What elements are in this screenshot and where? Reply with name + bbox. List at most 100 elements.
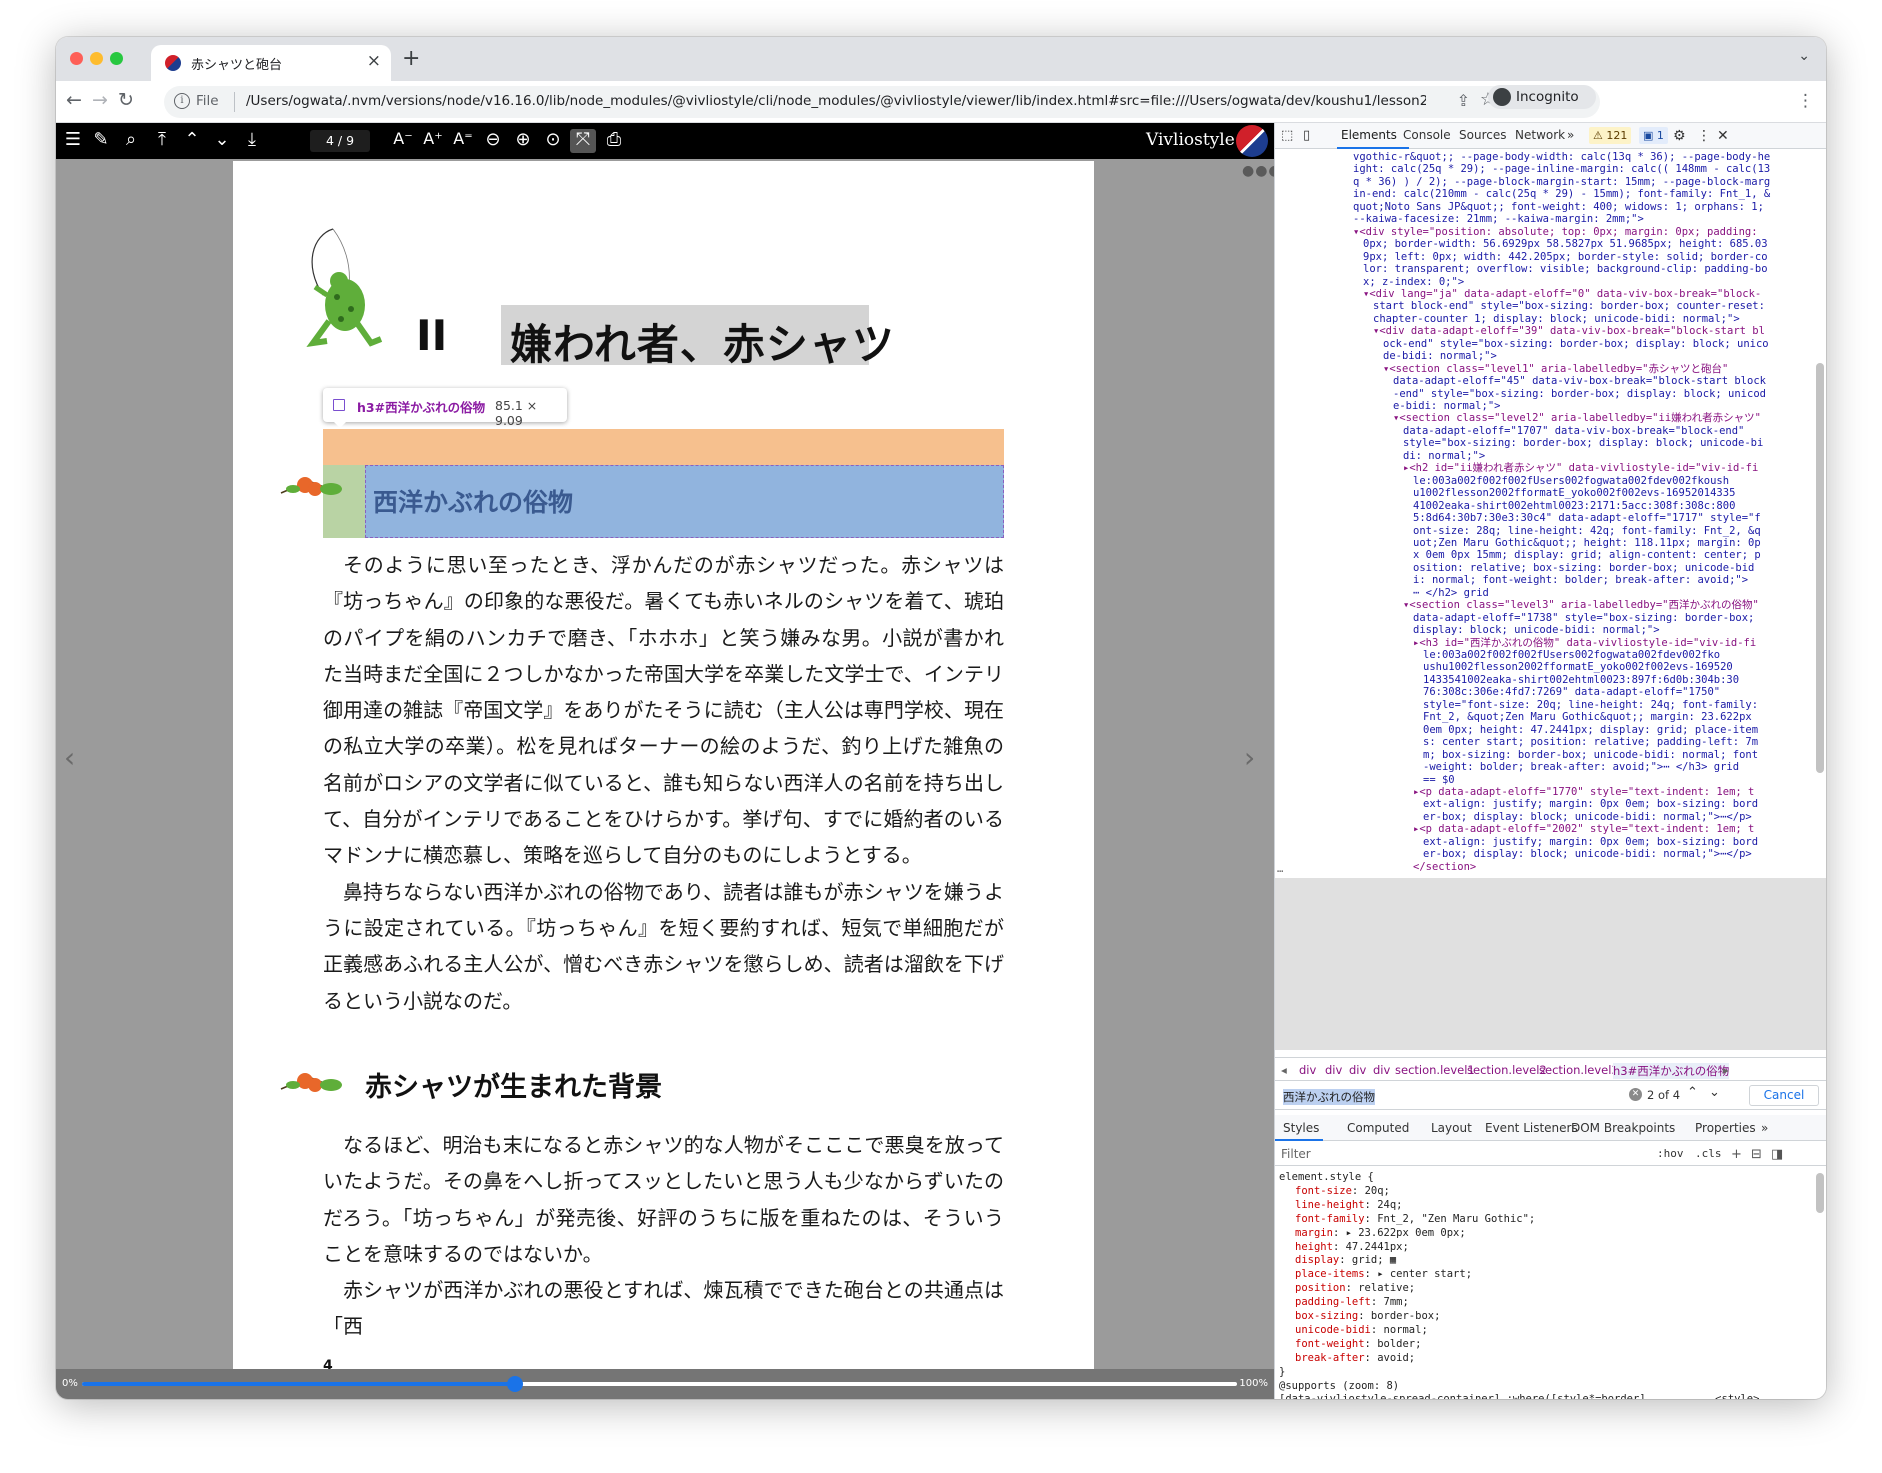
css-property-name[interactable]: display <box>1295 1254 1339 1266</box>
incognito-profile-button[interactable]: Incognito <box>1488 85 1596 109</box>
styles-filter-input[interactable]: Filter <box>1281 1147 1311 1161</box>
site-info-icon[interactable]: i <box>174 93 190 109</box>
css-property-value[interactable]: avoid; <box>1377 1352 1415 1364</box>
breadcrumb-item[interactable]: section.level2 <box>1467 1063 1547 1077</box>
sidebar-toggle-icon[interactable]: ◨ <box>1771 1147 1783 1162</box>
css-property-name[interactable]: font-family <box>1295 1213 1365 1225</box>
zoom-out-icon[interactable]: ⊖ <box>480 129 506 150</box>
next-page-arrow-icon[interactable]: › <box>1244 741 1255 774</box>
styles-subtab[interactable]: Computed <box>1347 1121 1409 1135</box>
breadcrumb-item[interactable]: div <box>1325 1063 1342 1077</box>
css-declaration[interactable]: font-weight: bolder; <box>1295 1338 1421 1352</box>
class-toggle[interactable]: .cls <box>1695 1147 1722 1160</box>
previous-page-arrow-icon[interactable]: ‹ <box>64 741 75 774</box>
css-property-value[interactable]: 47.2441px; <box>1346 1241 1409 1253</box>
css-property-value[interactable]: Fnt_2, "Zen Maru Gothic"; <box>1377 1213 1535 1225</box>
styles-subtab[interactable]: DOM Breakpoints <box>1571 1121 1675 1135</box>
clear-search-icon[interactable]: ✕ <box>1629 1088 1642 1101</box>
forward-arrow-icon[interactable]: → <box>92 89 108 111</box>
css-declaration[interactable]: box-sizing: border-box; <box>1295 1310 1440 1324</box>
zoom-actual-size-icon[interactable]: ⊙ <box>540 129 566 150</box>
css-property-value[interactable]: ▸ center start; <box>1377 1268 1472 1280</box>
warnings-badge[interactable]: ⚠ 121 <box>1589 127 1632 144</box>
css-property-value[interactable]: grid; ▦ <box>1352 1254 1396 1266</box>
css-declaration[interactable]: position: relative; <box>1295 1282 1415 1296</box>
dom-line[interactable]: -weight: bolder; break-after: avoid;">⋯ … <box>1423 760 1739 775</box>
css-declaration[interactable]: padding-left: 7mm; <box>1295 1296 1409 1310</box>
breadcrumb-item[interactable]: section.level3 <box>1539 1063 1619 1077</box>
page-number-input[interactable]: 4 / 9 <box>310 130 370 152</box>
css-declaration[interactable]: element.style { <box>1279 1171 1374 1185</box>
new-tab-icon[interactable]: + <box>402 46 420 71</box>
computed-styles-icon[interactable]: ⊟ <box>1751 1147 1762 1162</box>
css-property-value[interactable]: relative; <box>1358 1282 1415 1294</box>
zoom-in-icon[interactable]: ⊕ <box>510 129 536 150</box>
css-property-name[interactable]: unicode-bidi <box>1295 1324 1371 1336</box>
font-size-reset-icon[interactable]: A⁼ <box>450 129 476 148</box>
close-tab-icon[interactable]: × <box>367 51 381 71</box>
breadcrumb-item[interactable]: h3#西洋かぶれの俗物 <box>1613 1063 1730 1079</box>
css-property-value[interactable]: border-box; <box>1371 1310 1441 1322</box>
css-declaration[interactable]: } <box>1279 1366 1285 1380</box>
inspect-element-icon[interactable]: ⬚ <box>1281 128 1293 143</box>
dom-search-input[interactable]: 西洋かぶれの俗物 <box>1279 1086 1609 1106</box>
breadcrumb-item[interactable]: div <box>1349 1063 1366 1077</box>
styles-subtab[interactable]: Properties <box>1695 1121 1756 1135</box>
css-property-name[interactable]: break-after <box>1295 1352 1365 1364</box>
minimize-window-button[interactable] <box>90 52 103 65</box>
new-rule-icon[interactable]: + <box>1731 1147 1742 1162</box>
toc-list-icon[interactable]: ☰ <box>60 129 86 150</box>
hover-state-toggle[interactable]: :hov <box>1657 1147 1684 1160</box>
css-property-name[interactable]: font-weight <box>1295 1338 1365 1350</box>
reload-icon[interactable]: ↻ <box>118 89 134 111</box>
font-size-smaller-icon[interactable]: A⁻ <box>390 129 416 148</box>
settings-gear-icon[interactable]: ⚙ <box>1673 128 1686 144</box>
marker-pen-icon[interactable]: ✎ <box>88 129 114 150</box>
search-next-icon[interactable]: ⌄ <box>1709 1085 1720 1100</box>
print-icon[interactable]: ⎙ <box>601 129 627 150</box>
css-property-name[interactable]: margin <box>1295 1227 1333 1239</box>
breadcrumb-item[interactable]: div <box>1299 1063 1316 1077</box>
css-property-name[interactable]: place-items <box>1295 1268 1365 1280</box>
fit-to-screen-icon[interactable]: ⤧ <box>570 129 596 153</box>
search-cancel-button[interactable]: Cancel <box>1749 1085 1819 1106</box>
styles-subtab[interactable]: Styles <box>1283 1121 1319 1135</box>
progress-slider-thumb[interactable] <box>507 1376 524 1392</box>
dom-scrollbar[interactable] <box>1816 363 1824 773</box>
css-declaration[interactable]: font-size: 20q; <box>1295 1185 1390 1199</box>
css-property-name[interactable]: height <box>1295 1241 1333 1253</box>
css-property-value[interactable]: 7mm; <box>1384 1296 1409 1308</box>
css-property-value[interactable]: normal; <box>1384 1324 1428 1336</box>
tab-elements[interactable]: Elements <box>1341 128 1397 142</box>
css-property-name[interactable]: box-sizing <box>1295 1310 1358 1322</box>
css-declaration[interactable]: line-height: 24q; <box>1295 1199 1403 1213</box>
omnibox[interactable]: i File /Users/ogwata/.nvm/versions/node/… <box>164 86 1600 118</box>
browser-menu-icon[interactable]: ⋮ <box>1797 91 1814 111</box>
css-property-value[interactable]: bolder; <box>1377 1338 1421 1350</box>
styles-subtab[interactable]: Event Listeners <box>1485 1121 1578 1135</box>
next-page-icon[interactable]: ⌄ <box>209 129 235 150</box>
css-property-name[interactable]: padding-left <box>1295 1296 1371 1308</box>
css-property-name[interactable]: line-height <box>1295 1199 1365 1211</box>
first-page-icon[interactable]: ⤒ <box>149 129 175 150</box>
close-devtools-icon[interactable]: ✕ <box>1717 128 1729 144</box>
url-text[interactable]: /Users/ogwata/.nvm/versions/node/v16.16.… <box>246 93 1426 109</box>
breadcrumb-item[interactable]: div <box>1373 1063 1390 1077</box>
share-icon[interactable]: ⇪ <box>1457 91 1470 110</box>
tab-network[interactable]: Network <box>1515 128 1565 142</box>
css-property-name[interactable]: font-size <box>1295 1185 1352 1197</box>
css-declaration[interactable]: place-items: ▸ center start; <box>1295 1268 1472 1282</box>
css-declaration[interactable]: margin: ▸ 23.622px 0em 0px; <box>1295 1227 1466 1241</box>
row-ellipsis-icon[interactable]: … <box>1277 862 1283 877</box>
zoom-window-button[interactable] <box>110 52 123 65</box>
css-declaration[interactable]: @supports (zoom: 8) <box>1279 1380 1399 1394</box>
tab-console[interactable]: Console <box>1403 128 1451 142</box>
css-declaration[interactable]: break-after: avoid; <box>1295 1352 1415 1366</box>
devtools-menu-icon[interactable]: ⋮ <box>1697 128 1711 144</box>
css-declaration[interactable]: height: 47.2441px; <box>1295 1241 1409 1255</box>
css-declaration[interactable]: [data-vivliostyle-spread-container] :whe… <box>1279 1393 1759 1399</box>
css-declaration[interactable]: display: grid; ▦ <box>1295 1254 1396 1268</box>
css-property-value[interactable]: 20q; <box>1365 1185 1390 1197</box>
dom-line[interactable]: </section> <box>1413 860 1476 875</box>
breadcrumb-item[interactable]: ◂ <box>1281 1063 1287 1077</box>
